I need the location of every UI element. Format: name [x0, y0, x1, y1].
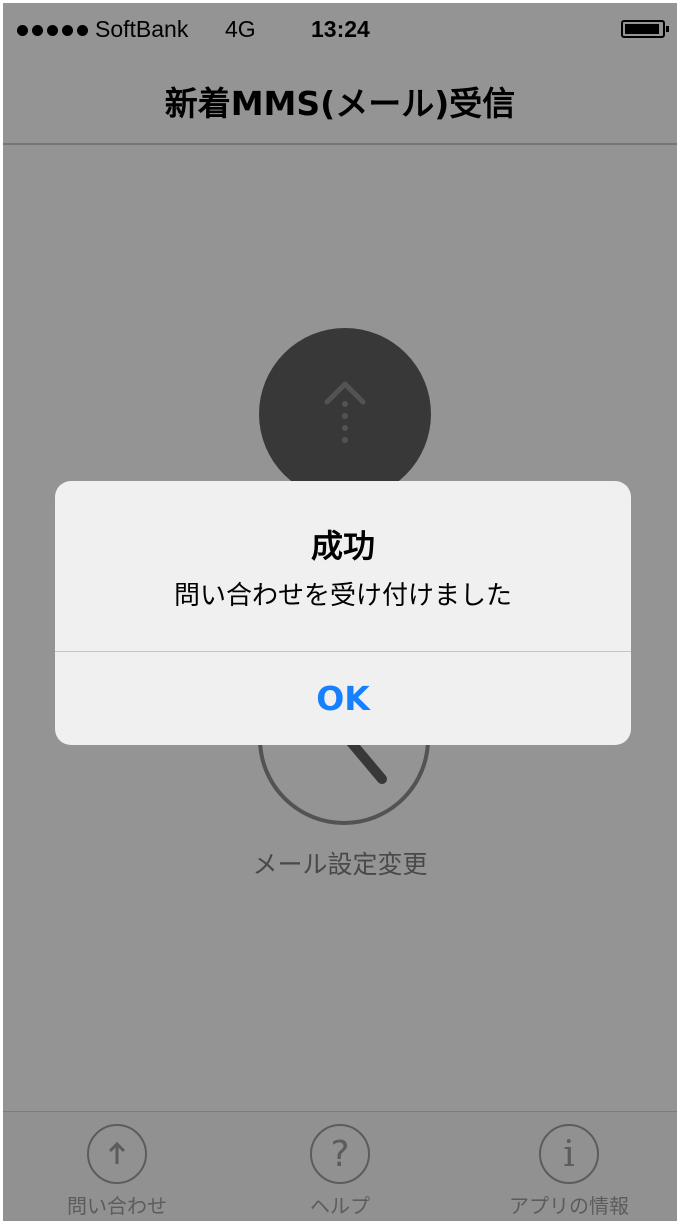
alert-message: 問い合わせを受け付けました: [173, 581, 512, 611]
ok-button[interactable]: OK: [55, 652, 631, 745]
phone-screen: SoftBank 4G 13:24 新着MMS(メール)受信 メール設定変更 問…: [3, 3, 677, 1221]
alert-title: 成功: [310, 527, 375, 565]
success-alert-dialog: 成功 問い合わせを受け付けました OK: [55, 481, 631, 745]
